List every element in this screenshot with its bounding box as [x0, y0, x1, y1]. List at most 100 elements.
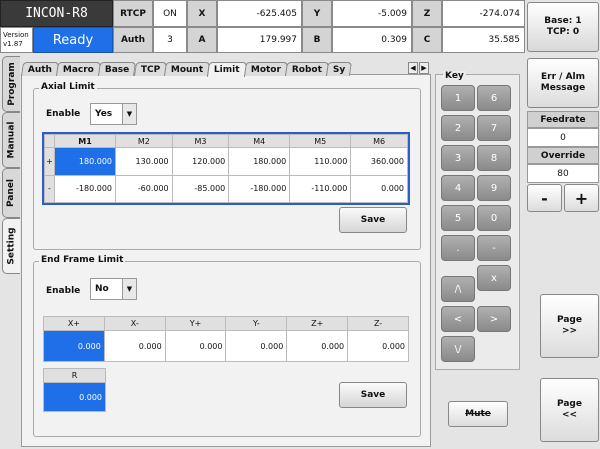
key-minus[interactable]: -: [477, 235, 511, 261]
key-right[interactable]: >: [477, 306, 511, 332]
mute-button[interactable]: Mute: [448, 401, 508, 427]
chevron-down-icon: ▼: [122, 104, 136, 124]
key-5[interactable]: 5: [441, 205, 475, 231]
endframe-y-minus[interactable]: 0.000: [225, 330, 288, 362]
side-tab-setting[interactable]: Setting: [2, 218, 20, 274]
axial-minus-m5[interactable]: -110.000: [289, 174, 352, 203]
col-header-z-plus: Z+: [286, 316, 349, 331]
y-label: Y: [302, 0, 332, 27]
key-6[interactable]: 6: [477, 85, 511, 111]
axial-plus-m1[interactable]: 180.000: [53, 147, 117, 176]
side-tab-panel[interactable]: Panel: [2, 168, 20, 218]
endframe-x-minus[interactable]: 0.000: [103, 330, 166, 362]
page-prev-button[interactable]: Page <<: [540, 378, 599, 442]
endframe-z-plus[interactable]: 0.000: [286, 330, 349, 362]
err-alarm-message-button[interactable]: Err / Alm Message: [527, 58, 599, 108]
tab-bar: Auth Macro Base TCP Mount Limit Motor Ro…: [21, 62, 353, 77]
rtcp-label: RTCP: [113, 0, 153, 27]
tab-base[interactable]: Base: [98, 62, 137, 76]
b-value: 0.309: [332, 27, 412, 53]
x-label: X: [187, 0, 217, 27]
key-3[interactable]: 3: [441, 145, 475, 171]
tab-system[interactable]: Sy: [325, 62, 353, 76]
col-header-r: R: [43, 368, 106, 383]
key-2[interactable]: 2: [441, 115, 475, 141]
tab-scroll-left-icon[interactable]: ◀: [408, 62, 418, 74]
key-dot[interactable]: .: [441, 235, 475, 261]
axial-minus-m1[interactable]: -180.000: [53, 174, 117, 203]
side-tab-manual[interactable]: Manual: [2, 112, 20, 168]
side-tab-program[interactable]: Program: [2, 56, 20, 112]
chevron-down-icon: ▼: [122, 279, 136, 299]
tab-auth[interactable]: Auth: [21, 62, 60, 76]
override-decrease-button[interactable]: -: [527, 184, 562, 212]
axial-minus-m6[interactable]: 0.000: [350, 174, 408, 203]
row-header-plus: +: [44, 147, 55, 176]
override-increase-button[interactable]: +: [564, 184, 599, 212]
axial-minus-m4[interactable]: -180.000: [228, 174, 291, 203]
endframe-enable-select[interactable]: No ▼: [90, 278, 137, 300]
axial-enable-select[interactable]: Yes ▼: [90, 103, 137, 125]
rtcp-value: ON: [153, 0, 187, 27]
tab-robot[interactable]: Robot: [284, 62, 329, 76]
tab-limit[interactable]: Limit: [207, 62, 247, 77]
tab-mount[interactable]: Mount: [163, 62, 211, 76]
col-header-y-minus: Y-: [225, 316, 288, 331]
axial-limit-title: Axial Limit: [39, 82, 97, 92]
page-next-button[interactable]: Page >>: [540, 294, 599, 358]
tab-motor[interactable]: Motor: [243, 62, 288, 76]
endframe-r-value[interactable]: 0.000: [43, 382, 106, 412]
table-row: 0.000 0.000 0.000 0.000 0.000 0.000: [43, 330, 409, 362]
endframe-save-button[interactable]: Save: [339, 382, 407, 408]
axial-limit-table: M1 M2 M3 M4 M5 M6 + 180.000 130.000 120.…: [44, 134, 408, 203]
end-frame-table: X+ X- Y+ Y- Z+ Z- 0.000 0.000 0.000 0.00…: [43, 316, 409, 362]
col-header-y-plus: Y+: [164, 316, 227, 331]
col-header-m2: M2: [115, 134, 173, 148]
key-9[interactable]: 9: [477, 175, 511, 201]
endframe-x-plus[interactable]: 0.000: [43, 330, 105, 362]
override-value: 80: [527, 164, 599, 183]
key-1[interactable]: 1: [441, 85, 475, 111]
c-label: C: [412, 27, 442, 53]
y-value: -5.009: [332, 0, 412, 27]
base-tcp-button[interactable]: Base: 1 TCP: 0: [527, 2, 599, 52]
axial-enable-label: Enable: [46, 109, 81, 119]
row-header-minus: -: [44, 174, 55, 203]
endframe-enable-label: Enable: [46, 286, 81, 296]
app-title: INCON-R8: [0, 0, 113, 27]
tab-scroll-right-icon[interactable]: ▶: [419, 62, 429, 74]
axial-plus-m5[interactable]: 110.000: [289, 147, 352, 176]
tab-macro[interactable]: Macro: [56, 62, 102, 76]
axial-plus-m2[interactable]: 130.000: [115, 147, 173, 176]
axial-minus-m3[interactable]: -85.000: [171, 174, 230, 203]
axial-plus-m6[interactable]: 360.000: [350, 147, 408, 176]
key-left[interactable]: <: [441, 306, 475, 332]
key-0[interactable]: 0: [477, 205, 511, 231]
col-header-x-minus: X-: [103, 316, 166, 331]
col-header-m3: M3: [171, 134, 230, 148]
key-up[interactable]: /\: [441, 276, 475, 302]
col-header-m4: M4: [228, 134, 291, 148]
key-7[interactable]: 7: [477, 115, 511, 141]
key-clear[interactable]: x: [477, 265, 511, 291]
axial-plus-m3[interactable]: 120.000: [171, 147, 230, 176]
auth-value: 3: [153, 27, 187, 53]
axial-save-button[interactable]: Save: [339, 207, 407, 233]
col-header-z-minus: Z-: [347, 316, 409, 331]
col-header-m5: M5: [289, 134, 352, 148]
key-4[interactable]: 4: [441, 175, 475, 201]
z-label: Z: [412, 0, 442, 27]
axial-plus-m4[interactable]: 180.000: [228, 147, 291, 176]
key-down[interactable]: \/: [441, 336, 475, 362]
table-row: - -180.000 -60.000 -85.000 -180.000 -110…: [44, 174, 408, 203]
endframe-z-minus[interactable]: 0.000: [347, 330, 409, 362]
key-8[interactable]: 8: [477, 145, 511, 171]
col-header-m1: M1: [53, 134, 117, 148]
feedrate-label: Feedrate: [527, 111, 599, 128]
tab-tcp[interactable]: TCP: [133, 62, 167, 76]
axial-minus-m2[interactable]: -60.000: [115, 174, 173, 203]
endframe-y-plus[interactable]: 0.000: [164, 330, 227, 362]
status-indicator: Ready: [33, 27, 113, 53]
b-label: B: [302, 27, 332, 53]
table-row: 0.000: [43, 382, 106, 412]
